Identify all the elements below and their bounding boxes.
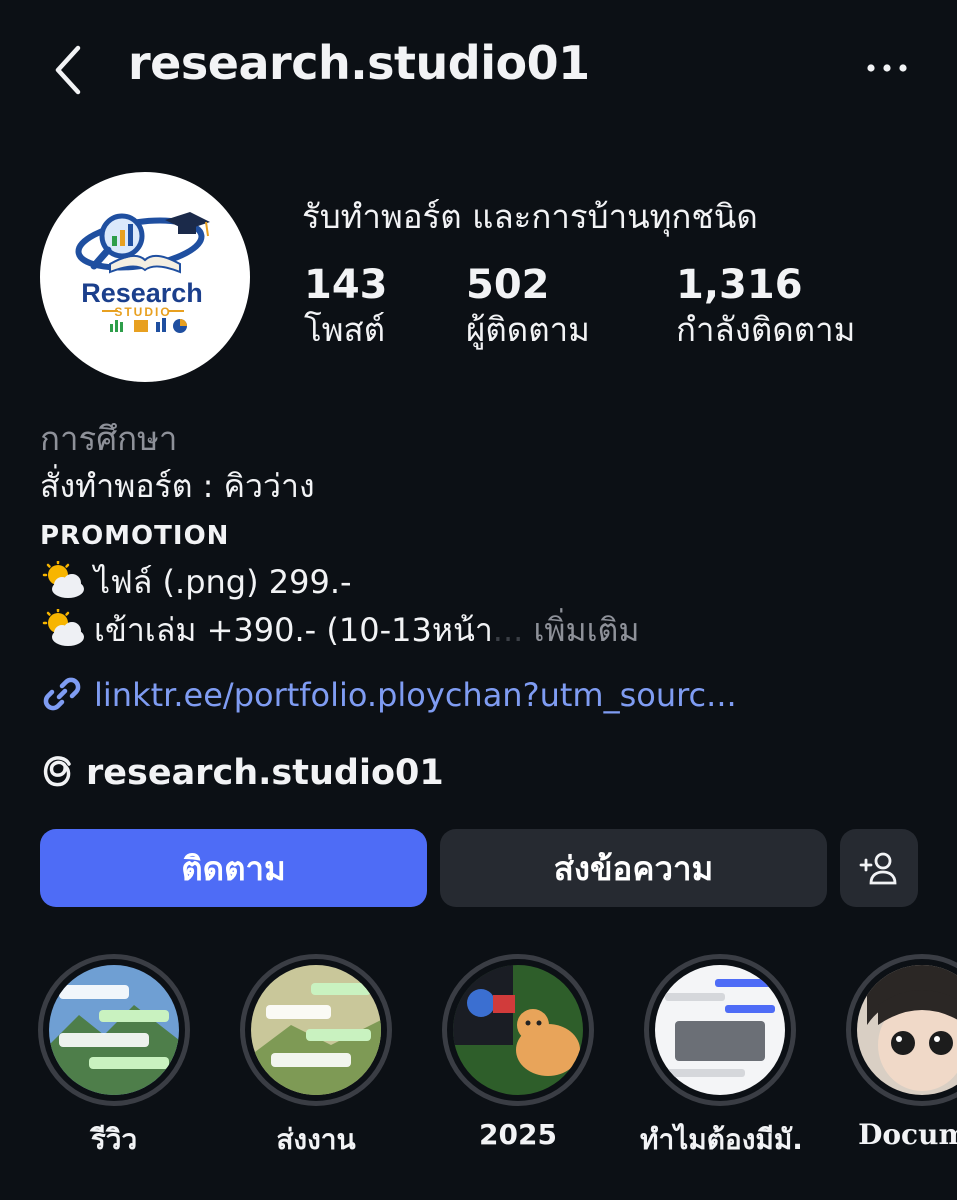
highlight-reviews[interactable]: รีวิว bbox=[34, 954, 194, 1162]
add-user-button[interactable] bbox=[840, 829, 918, 907]
back-button[interactable] bbox=[48, 42, 88, 98]
follow-button[interactable]: ติดตาม bbox=[40, 829, 427, 907]
more-options-button[interactable] bbox=[865, 50, 909, 86]
chevron-left-icon bbox=[55, 45, 81, 95]
highlight-ring bbox=[38, 954, 190, 1106]
bio-line-price-binding: เข้าเล่ม +390.- (10-13หน้า... เพิ่มเติม bbox=[40, 606, 920, 654]
profile-category: การศึกษา bbox=[40, 419, 178, 458]
threads-handle: research.studio01 bbox=[86, 753, 444, 793]
bio-link-text: linktr.ee/portfolio.ploychan?utm_sourc..… bbox=[94, 676, 737, 714]
add-user-icon bbox=[859, 852, 897, 885]
highlight-deliveries[interactable]: ส่งงาน bbox=[236, 954, 396, 1162]
highlight-label: Docume bbox=[858, 1118, 957, 1151]
message-button[interactable]: ส่งข้อความ bbox=[440, 829, 827, 907]
highlight-label: ทำไมต้องมีมั... bbox=[640, 1123, 800, 1156]
stat-followers-label: ผู้ติดตาม bbox=[466, 310, 590, 349]
highlight-2025[interactable]: 2025 bbox=[438, 954, 598, 1151]
highlight-ring bbox=[644, 954, 796, 1106]
stat-posts-label: โพสต์ bbox=[304, 310, 386, 349]
threads-badge[interactable]: research.studio01 bbox=[40, 752, 444, 793]
profile-avatar[interactable]: Research STUDIO bbox=[40, 172, 250, 382]
bio-price-file-text: ไฟล์ (.png) 299.- bbox=[94, 563, 352, 601]
highlight-label: รีวิว bbox=[90, 1123, 138, 1156]
logo-subword: STUDIO bbox=[114, 305, 171, 319]
bio-line-price-file: ไฟล์ (.png) 299.- bbox=[40, 558, 920, 606]
profile-bio: การศึกษา สั่งทำพอร์ต : คิวว่าง PROMOTION… bbox=[40, 416, 920, 654]
highlight-thumbnail bbox=[655, 965, 785, 1095]
highlight-ring bbox=[846, 954, 957, 1106]
highlight-thumbnail bbox=[857, 965, 957, 1095]
highlight-thumbnail bbox=[49, 965, 179, 1095]
stat-followers[interactable]: 502 ผู้ติดตาม bbox=[466, 262, 590, 352]
stat-posts-count: 143 bbox=[304, 262, 388, 308]
bio-more-link[interactable]: เพิ่มเติม bbox=[533, 611, 639, 649]
logo-word: Research bbox=[81, 278, 203, 308]
stat-posts[interactable]: 143 โพสต์ bbox=[304, 262, 388, 352]
bio-promotion-heading: PROMOTION bbox=[40, 521, 230, 551]
highlight-ring bbox=[442, 954, 594, 1106]
sun-behind-cloud-icon bbox=[42, 609, 84, 646]
highlight-documents[interactable]: Docume bbox=[842, 954, 957, 1151]
stat-following-count: 1,316 bbox=[676, 262, 803, 308]
highlight-label: 2025 bbox=[479, 1118, 557, 1151]
bio-line-queue: สั่งทำพอร์ต : คิวว่าง bbox=[40, 467, 315, 505]
profile-username: research.studio01 bbox=[128, 36, 590, 90]
stat-followers-count: 502 bbox=[466, 262, 550, 308]
highlight-why[interactable]: ทำไมต้องมีมั... bbox=[640, 954, 800, 1162]
bio-ellipsis: ... bbox=[492, 611, 524, 649]
highlight-label: ส่งงาน bbox=[276, 1123, 356, 1156]
bio-external-link[interactable]: linktr.ee/portfolio.ploychan?utm_sourc..… bbox=[40, 672, 737, 716]
sun-behind-cloud-icon bbox=[42, 561, 84, 598]
bio-price-binding-text: เข้าเล่ม +390.- (10-13หน้า bbox=[94, 611, 493, 649]
stat-following[interactable]: 1,316 กำลังติดตาม bbox=[676, 262, 855, 352]
highlight-ring bbox=[240, 954, 392, 1106]
highlight-thumbnail bbox=[453, 965, 583, 1095]
stat-following-label: กำลังติดตาม bbox=[676, 310, 856, 349]
highlight-thumbnail bbox=[251, 965, 381, 1095]
research-studio-logo: Research STUDIO bbox=[75, 212, 210, 333]
threads-icon bbox=[43, 756, 71, 787]
more-horizontal-icon bbox=[867, 64, 907, 72]
link-icon bbox=[43, 677, 81, 711]
profile-display-name: รับทำพอร์ต และการบ้านทุกชนิด bbox=[302, 197, 758, 236]
top-bar: research.studio01 bbox=[0, 0, 957, 140]
